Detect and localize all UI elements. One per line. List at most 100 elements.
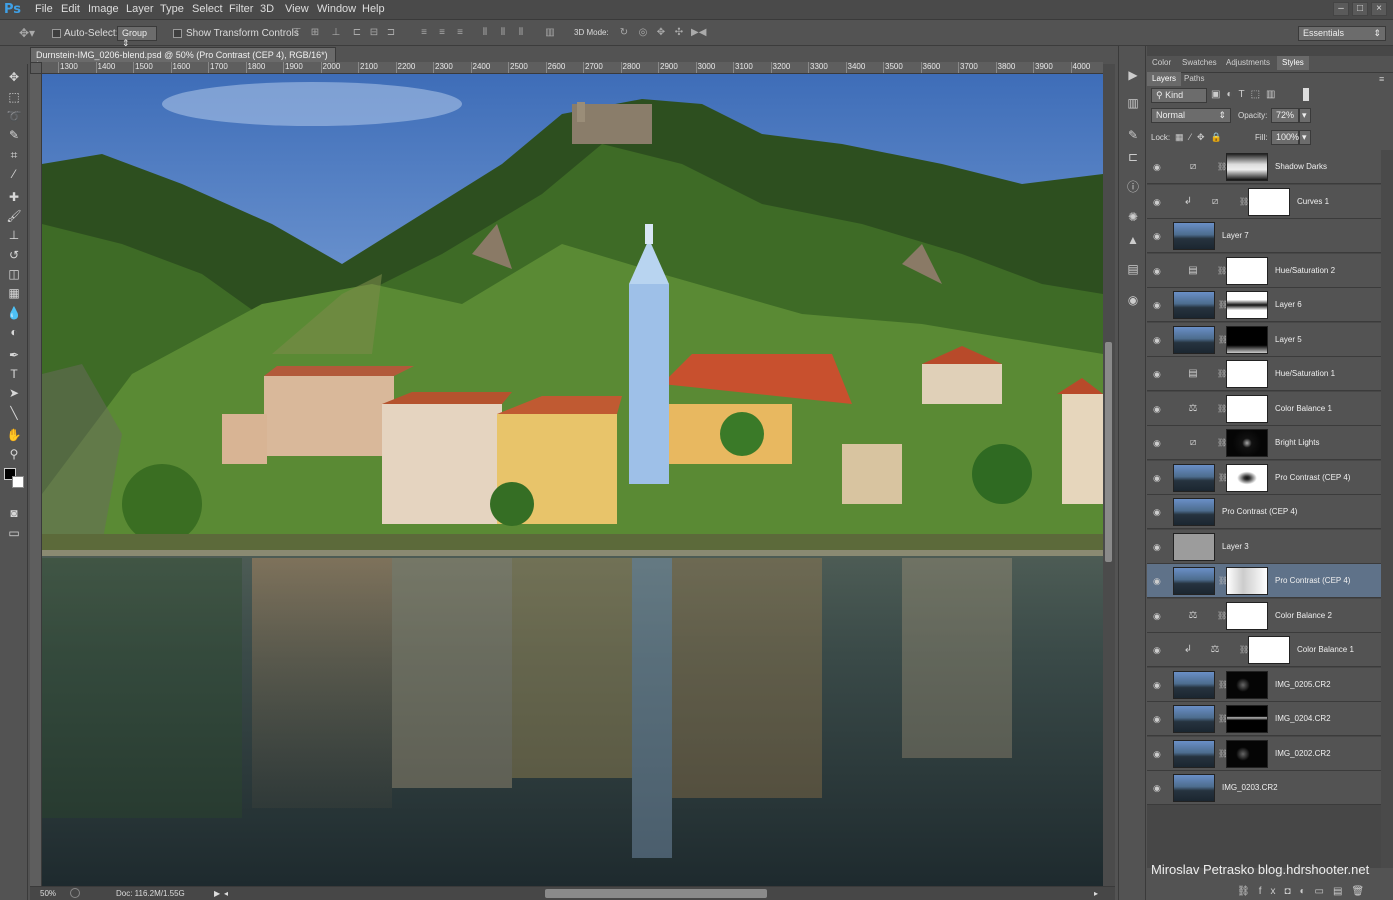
layer-name[interactable]: IMG_0202.CR2 bbox=[1275, 749, 1331, 758]
hand-tool-icon[interactable]: ✋ bbox=[4, 426, 24, 444]
auto-align-icon[interactable]: ▥ bbox=[544, 27, 556, 39]
mask-link-icon[interactable]: ⛓ bbox=[1217, 438, 1227, 448]
quick-mask-icon[interactable]: ◙ bbox=[4, 504, 24, 522]
zoom-level[interactable]: 50% bbox=[40, 889, 56, 898]
layer-thumbnail[interactable] bbox=[1173, 291, 1215, 319]
fill-input[interactable]: 100% bbox=[1271, 130, 1299, 145]
layer-name[interactable]: Hue/Saturation 2 bbox=[1275, 266, 1335, 275]
layer-mask-thumbnail[interactable] bbox=[1226, 325, 1268, 354]
layer-name[interactable]: Layer 5 bbox=[1275, 335, 1302, 344]
visibility-eye-icon[interactable]: ◉ bbox=[1153, 542, 1163, 552]
mask-link-icon[interactable]: ⛓ bbox=[1217, 162, 1227, 172]
visibility-eye-icon[interactable]: ◉ bbox=[1153, 369, 1163, 379]
layer-mask-thumbnail[interactable] bbox=[1226, 153, 1268, 181]
visibility-eye-icon[interactable]: ◉ bbox=[1153, 300, 1163, 310]
clone-source-icon[interactable]: ◉ bbox=[1124, 291, 1142, 309]
menu-filter[interactable]: Filter bbox=[229, 3, 253, 15]
visibility-eye-icon[interactable]: ◉ bbox=[1153, 231, 1163, 241]
layer-mask-thumbnail[interactable] bbox=[1226, 567, 1268, 595]
visibility-eye-icon[interactable]: ◉ bbox=[1153, 611, 1163, 621]
menu-edit[interactable]: Edit bbox=[61, 3, 80, 15]
eraser-tool-icon[interactable]: ◫ bbox=[4, 265, 24, 283]
align-middle-icon[interactable]: ⊞ bbox=[309, 27, 321, 39]
fill-arrow-icon[interactable]: ▾ bbox=[1299, 130, 1311, 145]
mask-link-icon[interactable]: ⛓ bbox=[1218, 576, 1228, 586]
layer-name[interactable]: Layer 7 bbox=[1222, 231, 1249, 240]
layer-name[interactable]: Pro Contrast (CEP 4) bbox=[1275, 576, 1350, 585]
distribute-middle-icon[interactable]: ≡ bbox=[436, 27, 448, 39]
pen-tool-icon[interactable]: ✒ bbox=[4, 346, 24, 364]
layer-mask-thumbnail[interactable] bbox=[1226, 291, 1268, 319]
scroll-left-icon[interactable]: ◂ bbox=[224, 889, 228, 898]
menu-layer[interactable]: Layer bbox=[126, 3, 154, 15]
type-tool-icon[interactable]: T bbox=[4, 365, 24, 383]
visibility-eye-icon[interactable]: ◉ bbox=[1153, 404, 1163, 414]
3d-rotate-icon[interactable]: ↻ bbox=[618, 27, 630, 39]
layer-mask-thumbnail[interactable] bbox=[1248, 187, 1290, 216]
layer-thumbnail[interactable] bbox=[1173, 739, 1215, 768]
tab-layers[interactable]: Layers bbox=[1147, 72, 1182, 86]
status-menu-arrow-icon[interactable]: ▶ bbox=[214, 889, 220, 898]
visibility-eye-icon[interactable]: ◉ bbox=[1153, 576, 1163, 586]
3d-slide-icon[interactable]: ✣ bbox=[673, 27, 685, 39]
align-top-icon[interactable]: ⊤ bbox=[291, 27, 303, 39]
align-left-icon[interactable]: ⊏ bbox=[351, 27, 363, 39]
align-right-icon[interactable]: ⊐ bbox=[385, 27, 397, 39]
blend-mode-dropdown[interactable]: Normal ⇕ bbox=[1151, 108, 1231, 123]
visibility-eye-icon[interactable]: ◉ bbox=[1153, 714, 1163, 724]
share-icon[interactable] bbox=[70, 888, 80, 898]
visibility-eye-icon[interactable]: ◉ bbox=[1153, 507, 1163, 517]
layer-thumbnail[interactable] bbox=[1173, 498, 1215, 526]
move-tool-preset-icon[interactable]: ✥▾ bbox=[14, 27, 40, 39]
maximize-button[interactable]: □ bbox=[1352, 2, 1368, 16]
layer-row[interactable]: ◉ Pro Contrast (CEP 4) bbox=[1147, 495, 1381, 529]
layer-name[interactable]: Hue/Saturation 1 bbox=[1275, 369, 1335, 378]
layers-scrollbar[interactable] bbox=[1381, 150, 1393, 868]
layer-thumbnail[interactable] bbox=[1173, 567, 1215, 595]
mask-link-icon[interactable]: ⛓ bbox=[1217, 266, 1227, 276]
layer-name[interactable]: IMG_0204.CR2 bbox=[1275, 714, 1331, 723]
visibility-eye-icon[interactable]: ◉ bbox=[1153, 266, 1163, 276]
menu-file[interactable]: File bbox=[35, 3, 53, 15]
layer-name[interactable]: Color Balance 1 bbox=[1275, 404, 1332, 413]
mask-link-icon[interactable]: ⛓ bbox=[1218, 473, 1228, 483]
horizontal-ruler[interactable]: 1300 1400 1500 1600 1700 1800 1900 2000 2100 2200… bbox=[42, 62, 1103, 74]
layer-name[interactable]: Shadow Darks bbox=[1275, 162, 1327, 171]
visibility-eye-icon[interactable]: ◉ bbox=[1153, 473, 1163, 483]
layer-row[interactable]: ◉ ⛓ IMG_0205.CR2 bbox=[1147, 667, 1381, 702]
layer-thumbnail[interactable] bbox=[1173, 705, 1215, 733]
layer-row[interactable]: ◉ ⛓ Pro Contrast (CEP 4) bbox=[1147, 460, 1381, 495]
distribute-left-icon[interactable]: ⫴ bbox=[479, 27, 491, 39]
tool-presets-icon[interactable]: ⊏ bbox=[1124, 148, 1142, 166]
filter-toggle[interactable] bbox=[1303, 88, 1309, 101]
dodge-tool-icon[interactable]: ◐ bbox=[4, 323, 24, 341]
navigator-icon[interactable]: ✺ bbox=[1124, 208, 1142, 226]
character-icon[interactable]: ▤ bbox=[1124, 260, 1142, 278]
layer-mask-thumbnail[interactable] bbox=[1226, 394, 1268, 423]
background-color-swatch[interactable] bbox=[12, 476, 24, 488]
layer-mask-thumbnail[interactable] bbox=[1226, 601, 1268, 630]
layer-name[interactable]: IMG_0203.CR2 bbox=[1222, 783, 1278, 792]
layer-row[interactable]: ◉ ⛓ Pro Contrast (CEP 4) bbox=[1147, 564, 1381, 598]
auto-select-dropdown[interactable]: Group ⇕ bbox=[117, 26, 157, 48]
layer-row[interactable]: ◉ ↲ ⚖ ⛓ Color Balance 1 bbox=[1147, 633, 1381, 667]
mask-link-icon[interactable]: ⛓ bbox=[1217, 611, 1227, 621]
distribute-center-icon[interactable]: ⫴ bbox=[497, 27, 509, 39]
visibility-eye-icon[interactable]: ◉ bbox=[1153, 162, 1163, 172]
minimize-button[interactable]: – bbox=[1333, 2, 1349, 16]
close-button[interactable]: × bbox=[1371, 2, 1387, 16]
layer-mask-thumbnail[interactable] bbox=[1226, 256, 1268, 285]
lock-icons[interactable]: ▦⁄✥🔒 bbox=[1175, 132, 1228, 143]
mask-link-icon[interactable]: ⛓ bbox=[1218, 300, 1228, 310]
layer-mask-thumbnail[interactable] bbox=[1226, 429, 1268, 457]
document-canvas[interactable] bbox=[42, 74, 1103, 886]
visibility-eye-icon[interactable]: ◉ bbox=[1153, 645, 1163, 655]
menu-window[interactable]: Window bbox=[317, 3, 356, 15]
filter-kind-dropdown[interactable]: ⚲ Kind bbox=[1151, 88, 1207, 103]
layer-row[interactable]: ◉ ⛓ IMG_0204.CR2 bbox=[1147, 702, 1381, 736]
distribute-right-icon[interactable]: ⫴ bbox=[515, 27, 527, 39]
mask-link-icon[interactable]: ⛓ bbox=[1239, 197, 1249, 207]
mask-link-icon[interactable]: ⛓ bbox=[1218, 749, 1228, 759]
layer-thumbnail[interactable] bbox=[1173, 325, 1215, 354]
menu-help[interactable]: Help bbox=[362, 3, 385, 15]
